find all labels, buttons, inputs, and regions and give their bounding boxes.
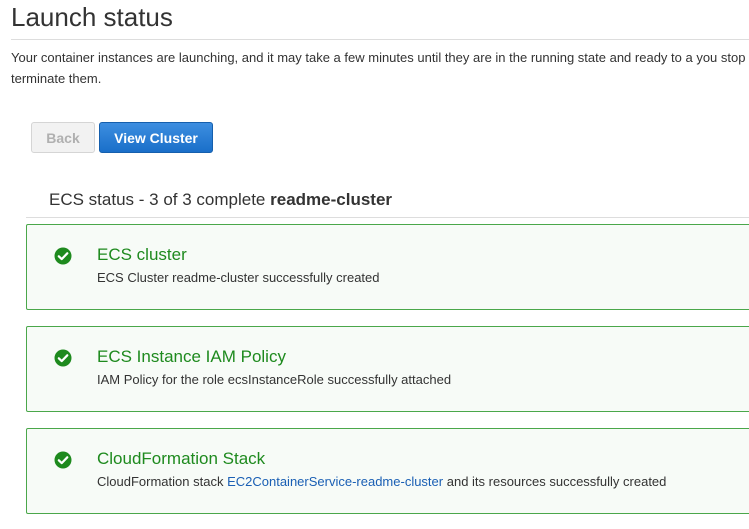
check-circle-icon — [54, 247, 72, 265]
step-description-prefix: CloudFormation stack — [97, 474, 224, 489]
step-description: CloudFormation stack EC2ContainerService… — [97, 474, 666, 489]
step-title: ECS cluster — [97, 245, 187, 264]
status-divider — [26, 217, 749, 218]
step-description: ECS Cluster readme-cluster successfully … — [97, 270, 380, 285]
check-circle-icon — [54, 451, 72, 469]
ecs-status-text: ECS status - 3 of 3 complete — [49, 190, 266, 209]
intro-text: Your container instances are launching, … — [11, 50, 749, 86]
step-title: ECS Instance IAM Policy — [97, 347, 286, 366]
launch-status-page: Launch status Your container instances a… — [0, 0, 749, 529]
step-description-suffix: and its resources successfully created — [446, 474, 667, 489]
step-card-cloudformation-stack: CloudFormation Stack CloudFormation stac… — [26, 428, 749, 514]
check-circle-icon — [54, 349, 72, 367]
step-description: IAM Policy for the role ecsInstanceRole … — [97, 372, 452, 387]
page-title: Launch status — [11, 2, 173, 32]
step-card-ecs-cluster: ECS cluster ECS Cluster readme-cluster s… — [26, 224, 749, 310]
step-card-iam-policy: ECS Instance IAM Policy IAM Policy for t… — [26, 326, 749, 412]
back-button[interactable]: Back — [31, 122, 95, 153]
ecs-status-heading: ECS status - 3 of 3 complete readme-clus… — [49, 190, 392, 210]
title-divider — [11, 39, 749, 40]
view-cluster-button[interactable]: View Cluster — [99, 122, 213, 153]
ecs-status-cluster-name: readme-cluster — [270, 190, 393, 209]
step-title: CloudFormation Stack — [97, 449, 266, 468]
cloudformation-stack-link[interactable]: EC2ContainerService-readme-cluster — [227, 474, 443, 489]
